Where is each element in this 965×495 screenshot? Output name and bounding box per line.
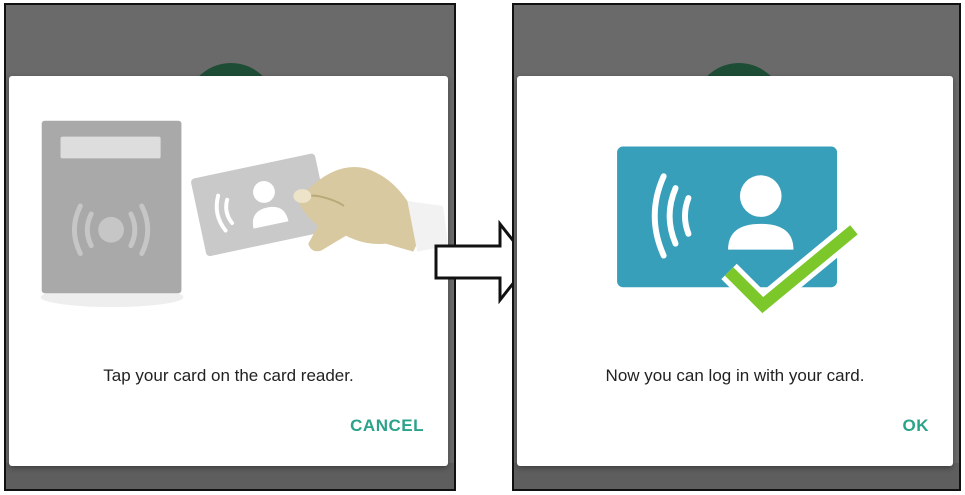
card-registered-illustration xyxy=(617,146,861,320)
dialog-message: Tap your card on the card reader. xyxy=(103,366,354,385)
background-bottom-bar xyxy=(514,463,959,489)
dialog-message: Now you can log in with your card. xyxy=(605,366,865,385)
screenshot-card-registered: Now you can log in with your card. OK xyxy=(512,3,961,491)
cancel-button[interactable]: CANCEL xyxy=(350,416,424,436)
card-registered-dialog: Now you can log in with your card. OK xyxy=(517,76,953,466)
screenshot-tap-card: Tap your card on the card reader. CANCEL xyxy=(4,3,456,491)
card-reader-tap-illustration xyxy=(40,120,448,308)
ok-button[interactable]: OK xyxy=(903,416,930,436)
card-reader-icon xyxy=(41,120,182,294)
background-bottom-bar xyxy=(6,463,454,489)
tap-card-dialog: Tap your card on the card reader. CANCEL xyxy=(9,76,448,466)
